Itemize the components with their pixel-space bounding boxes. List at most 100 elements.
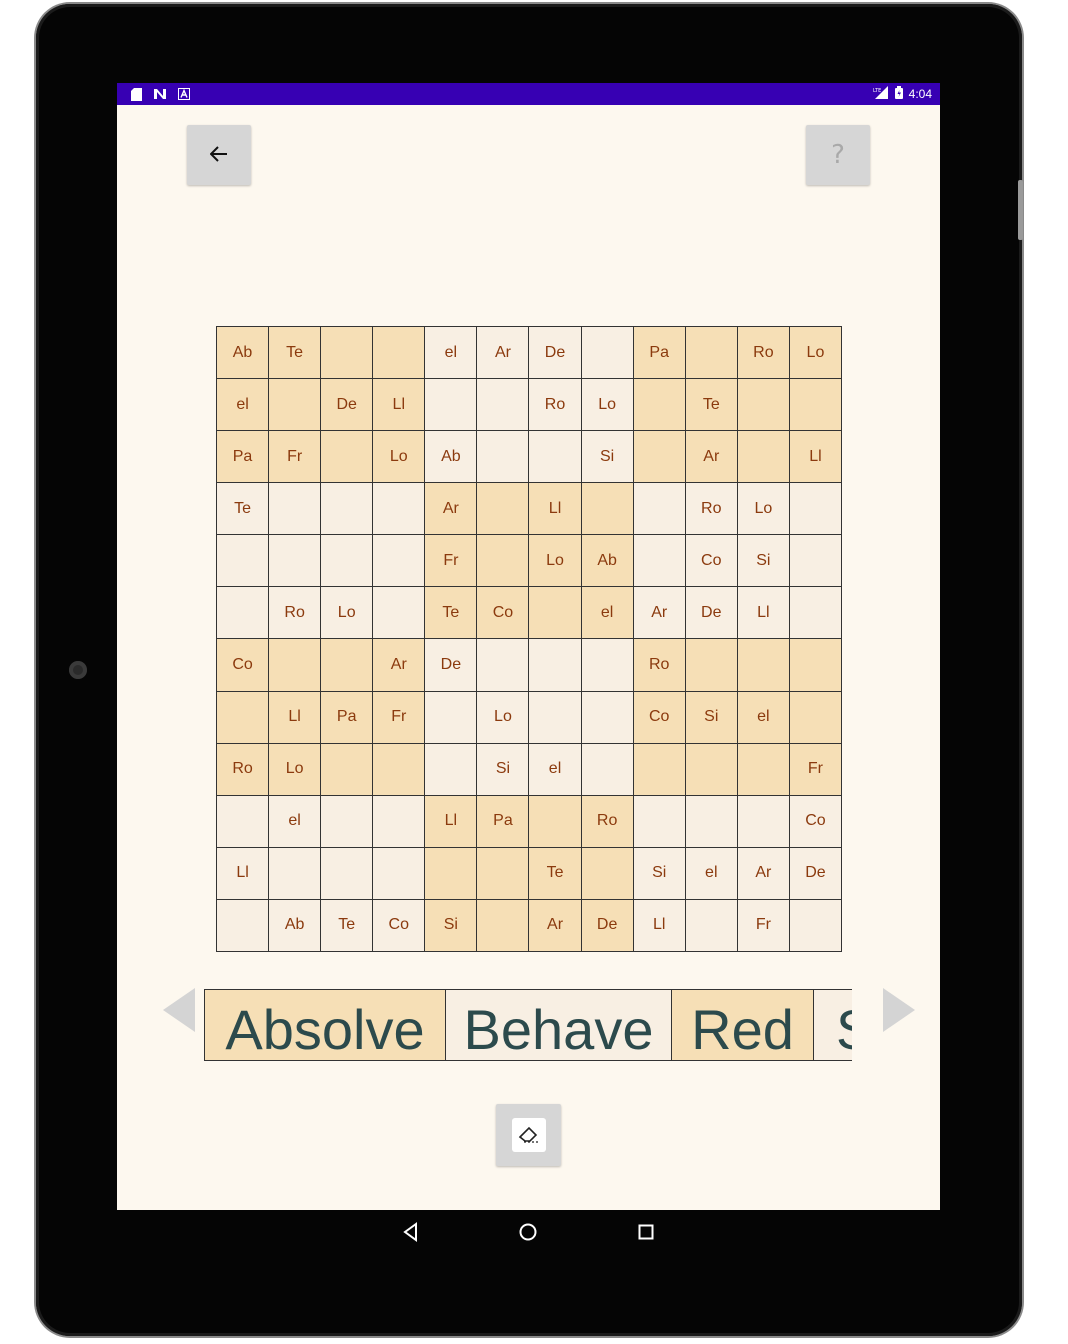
grid-cell[interactable]: el xyxy=(737,691,790,744)
grid-cell[interactable] xyxy=(633,535,686,588)
grid-cell[interactable]: Lo xyxy=(789,327,842,380)
grid-cell[interactable]: Ar xyxy=(737,847,790,900)
grid-cell[interactable] xyxy=(633,483,686,536)
grid-cell[interactable] xyxy=(789,691,842,744)
grid-cell[interactable] xyxy=(217,899,270,952)
grid-cell[interactable]: Fr xyxy=(373,691,426,744)
grid-cell[interactable] xyxy=(477,639,530,692)
grid-cell[interactable] xyxy=(425,743,478,796)
grid-cell[interactable] xyxy=(321,639,374,692)
grid-cell[interactable]: Fr xyxy=(789,743,842,796)
grid-cell[interactable] xyxy=(737,379,790,432)
grid-cell[interactable]: De xyxy=(789,847,842,900)
grid-cell[interactable] xyxy=(217,535,270,588)
grid-cell[interactable] xyxy=(477,483,530,536)
grid-cell[interactable]: Ll xyxy=(425,795,478,848)
grid-cell[interactable]: Si xyxy=(737,535,790,588)
grid-cell[interactable] xyxy=(529,691,582,744)
grid-cell[interactable]: Ar xyxy=(529,899,582,952)
grid-cell[interactable]: Si xyxy=(425,899,478,952)
grid-cell[interactable]: Te xyxy=(269,327,322,380)
grid-cell[interactable] xyxy=(373,743,426,796)
grid-cell[interactable] xyxy=(477,899,530,952)
grid-cell[interactable] xyxy=(373,327,426,380)
back-button[interactable] xyxy=(187,125,251,185)
grid-cell[interactable] xyxy=(321,847,374,900)
grid-cell[interactable] xyxy=(477,847,530,900)
grid-cell[interactable]: Co xyxy=(633,691,686,744)
grid-cell[interactable]: Ab xyxy=(581,535,634,588)
word-item[interactable]: Red xyxy=(672,989,814,1060)
grid-cell[interactable]: Lo xyxy=(321,587,374,640)
grid-cell[interactable]: Ro xyxy=(685,483,738,536)
grid-cell[interactable]: Ll xyxy=(789,431,842,484)
grid-cell[interactable] xyxy=(581,639,634,692)
grid-cell[interactable] xyxy=(581,327,634,380)
grid-cell[interactable]: Ll xyxy=(373,379,426,432)
grid-cell[interactable]: Ar xyxy=(685,431,738,484)
grid-cell[interactable] xyxy=(789,639,842,692)
grid-cell[interactable] xyxy=(685,795,738,848)
grid-cell[interactable]: Co xyxy=(685,535,738,588)
grid-cell[interactable] xyxy=(737,795,790,848)
grid-cell[interactable]: el xyxy=(529,743,582,796)
grid-cell[interactable]: Lo xyxy=(737,483,790,536)
grid-cell[interactable] xyxy=(685,899,738,952)
grid-cell[interactable] xyxy=(269,379,322,432)
grid-cell[interactable] xyxy=(373,587,426,640)
word-item[interactable]: Behave xyxy=(446,989,672,1060)
grid-cell[interactable]: Si xyxy=(477,743,530,796)
grid-cell[interactable]: el xyxy=(425,327,478,380)
grid-cell[interactable]: De xyxy=(425,639,478,692)
grid-cell[interactable] xyxy=(373,847,426,900)
grid-cell[interactable]: Si xyxy=(581,431,634,484)
grid-cell[interactable]: De xyxy=(321,379,374,432)
grid-cell[interactable]: Co xyxy=(789,795,842,848)
grid-cell[interactable] xyxy=(529,587,582,640)
grid-cell[interactable] xyxy=(529,639,582,692)
grid-cell[interactable] xyxy=(633,743,686,796)
grid-cell[interactable]: Pa xyxy=(633,327,686,380)
grid-cell[interactable] xyxy=(269,535,322,588)
grid-cell[interactable] xyxy=(529,431,582,484)
grid-cell[interactable]: Te xyxy=(425,587,478,640)
grid-cell[interactable]: Lo xyxy=(529,535,582,588)
grid-cell[interactable] xyxy=(685,639,738,692)
grid-cell[interactable] xyxy=(737,743,790,796)
grid-cell[interactable]: Fr xyxy=(269,431,322,484)
grid-cell[interactable]: Ar xyxy=(373,639,426,692)
grid-cell[interactable]: Fr xyxy=(737,899,790,952)
grid-cell[interactable] xyxy=(581,691,634,744)
grid-cell[interactable]: el xyxy=(269,795,322,848)
grid-cell[interactable] xyxy=(425,379,478,432)
grid-cell[interactable]: Ll xyxy=(529,483,582,536)
grid-cell[interactable] xyxy=(737,431,790,484)
grid-cell[interactable]: Ar xyxy=(425,483,478,536)
grid-cell[interactable] xyxy=(529,795,582,848)
grid-cell[interactable] xyxy=(321,743,374,796)
nav-home-icon[interactable] xyxy=(518,1222,538,1242)
grid-cell[interactable]: Lo xyxy=(581,379,634,432)
grid-cell[interactable] xyxy=(633,795,686,848)
grid-cell[interactable]: Ll xyxy=(269,691,322,744)
grid-cell[interactable]: Ab xyxy=(217,327,270,380)
grid-cell[interactable] xyxy=(217,691,270,744)
grid-cell[interactable]: Ro xyxy=(581,795,634,848)
grid-cell[interactable]: Co xyxy=(217,639,270,692)
grid-cell[interactable]: Ab xyxy=(269,899,322,952)
scroll-right-arrow[interactable] xyxy=(883,988,915,1032)
grid-cell[interactable]: Ro xyxy=(269,587,322,640)
grid-cell[interactable]: De xyxy=(685,587,738,640)
grid-cell[interactable]: Lo xyxy=(477,691,530,744)
grid-cell[interactable]: Ll xyxy=(633,899,686,952)
grid-cell[interactable] xyxy=(789,483,842,536)
grid-cell[interactable] xyxy=(425,847,478,900)
grid-cell[interactable]: Si xyxy=(685,691,738,744)
grid-cell[interactable] xyxy=(269,847,322,900)
grid-cell[interactable] xyxy=(789,587,842,640)
word-item[interactable]: S xyxy=(814,989,852,1060)
grid-cell[interactable]: Co xyxy=(373,899,426,952)
grid-cell[interactable] xyxy=(633,431,686,484)
grid-cell[interactable]: Ll xyxy=(217,847,270,900)
grid-cell[interactable]: el xyxy=(685,847,738,900)
